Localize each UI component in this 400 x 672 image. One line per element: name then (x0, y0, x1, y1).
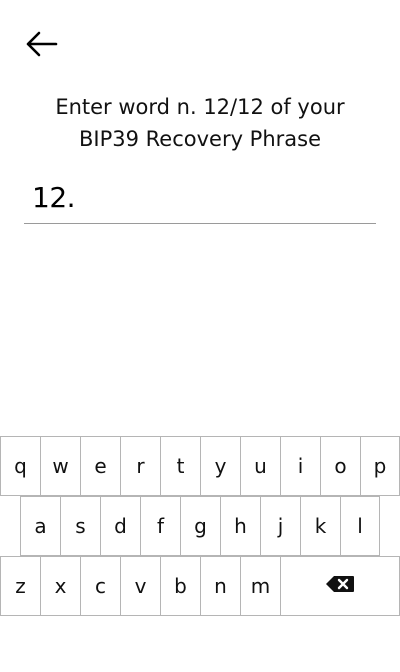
key-s[interactable]: s (60, 496, 100, 556)
key-r[interactable]: r (120, 436, 160, 496)
key-i[interactable]: i (280, 436, 320, 496)
key-g[interactable]: g (180, 496, 220, 556)
word-entry-row: 12. (24, 172, 400, 224)
key-n[interactable]: n (200, 556, 240, 616)
key-y[interactable]: y (200, 436, 240, 496)
word-index-label: 12. (32, 181, 76, 214)
prompt-line-1: Enter word n. 12/12 of your (55, 95, 345, 119)
key-t[interactable]: t (160, 436, 200, 496)
keyboard-row-2: asdfghjkl (0, 496, 400, 556)
key-h[interactable]: h (220, 496, 260, 556)
key-v[interactable]: v (120, 556, 160, 616)
key-q[interactable]: q (0, 436, 40, 496)
key-f[interactable]: f (140, 496, 180, 556)
key-a[interactable]: a (20, 496, 60, 556)
back-button[interactable] (24, 26, 64, 62)
key-u[interactable]: u (240, 436, 280, 496)
key-e[interactable]: e (80, 436, 120, 496)
key-z[interactable]: z (0, 556, 40, 616)
backspace-icon (325, 574, 355, 598)
key-w[interactable]: w (40, 436, 80, 496)
prompt-line-2: BIP39 Recovery Phrase (78, 127, 322, 151)
recovery-phrase-entry-screen: Enter word n. 12/12 of your BIP39 Recove… (0, 0, 400, 672)
key-d[interactable]: d (100, 496, 140, 556)
key-l[interactable]: l (340, 496, 380, 556)
key-m[interactable]: m (240, 556, 280, 616)
onscreen-keyboard: qwertyuiop asdfghjkl zxcvbnm (0, 436, 400, 616)
key-p[interactable]: p (360, 436, 400, 496)
arrow-left-icon (24, 30, 58, 58)
key-x[interactable]: x (40, 556, 80, 616)
key-j[interactable]: j (260, 496, 300, 556)
keyboard-row-3: zxcvbnm (0, 556, 400, 616)
key-b[interactable]: b (160, 556, 200, 616)
key-c[interactable]: c (80, 556, 120, 616)
word-input[interactable] (81, 175, 400, 220)
key-o[interactable]: o (320, 436, 360, 496)
keyboard-row-1: qwertyuiop (0, 436, 400, 496)
backspace-key[interactable] (280, 556, 400, 616)
prompt-text: Enter word n. 12/12 of your BIP39 Recove… (0, 91, 400, 155)
key-k[interactable]: k (300, 496, 340, 556)
